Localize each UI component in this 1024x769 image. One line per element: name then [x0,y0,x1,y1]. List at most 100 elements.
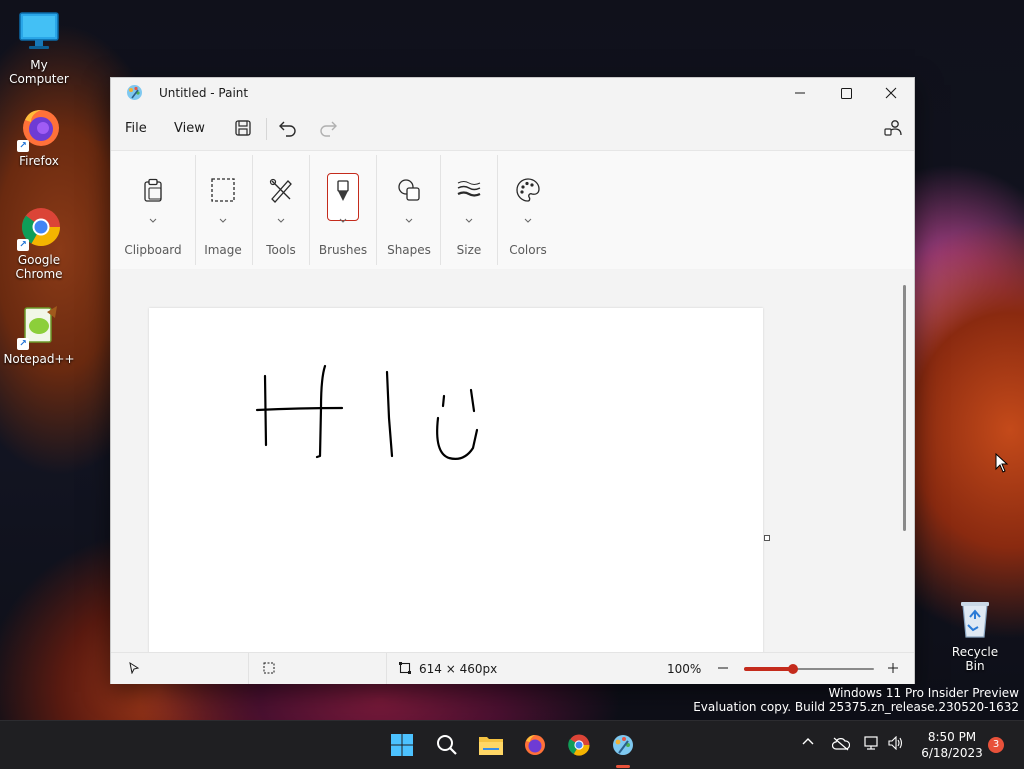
zoom-level[interactable]: 100% [667,662,701,676]
speaker-icon [888,735,903,751]
status-bar: 614 × 460px 100% [111,652,914,684]
desktop-icon-firefox[interactable]: ↗ Firefox [1,106,77,168]
taskbar-chrome-button[interactable] [565,731,593,759]
start-button[interactable] [388,731,416,759]
network-button[interactable] [864,736,880,753]
window-title: Untitled - Paint [159,86,249,100]
show-hidden-icons-button[interactable] [802,735,814,749]
save-button[interactable] [234,119,252,141]
firefox-icon [525,735,545,755]
redo-button[interactable] [318,119,338,141]
computer-icon [17,10,61,54]
ribbon-separator [376,155,377,265]
brush-icon [330,179,356,205]
zoom-slider-fill [744,667,794,671]
notepadpp-icon: ↗ [17,304,61,350]
shortcut-arrow-icon: ↗ [17,239,29,251]
undo-icon [279,121,296,137]
status-separator [248,653,249,684]
desktop-icon-label: Google Chrome [15,253,63,281]
ribbon-group-label: Brushes [318,243,368,257]
desktop-icon-label: Recycle Bin [951,645,999,673]
clipboard-icon [140,177,166,203]
desktop-icon-google-chrome[interactable]: ↗ Google Chrome [1,205,77,281]
search-icon [437,735,457,755]
desktop-icon-my-computer[interactable]: My Computer [1,10,77,86]
windows-watermark: Windows 11 Pro Insider Preview Evaluatio… [693,686,1019,714]
watermark-line-2: Evaluation copy. Build 25375.zn_release.… [693,700,1019,714]
close-button[interactable] [868,78,914,108]
desktop-icon-label: Firefox [19,154,59,168]
mouse-pointer-icon [995,452,1009,477]
volume-button[interactable] [888,735,904,753]
cursor-position-icon [128,661,140,677]
paint-app-icon [613,735,633,755]
ribbon-group-size[interactable]: Size [445,151,493,269]
account-settings-icon [884,120,902,136]
title-bar[interactable]: Untitled - Paint [111,78,914,108]
taskbar-firefox-button[interactable] [521,731,549,759]
watermark-line-1: Windows 11 Pro Insider Preview [828,686,1019,700]
shortcut-arrow-icon: ↗ [17,140,29,152]
canvas-size-icon [399,662,411,677]
zoom-out-button[interactable] [717,661,729,678]
chevron-down-icon [465,209,473,223]
menu-view[interactable]: View [174,121,205,136]
chevron-down-icon [149,209,157,223]
notification-badge[interactable]: 3 [988,737,1004,753]
ribbon-separator [309,155,310,265]
ribbon-group-tools[interactable]: Tools [257,151,305,269]
search-button[interactable] [433,731,461,759]
minimize-button[interactable] [777,78,823,108]
close-icon [885,87,897,99]
save-icon [235,120,251,136]
zoom-in-button[interactable] [887,661,899,678]
status-separator [386,653,387,684]
folder-icon [479,737,503,755]
paint-window: Untitled - Paint File View Clipboard Ima… [110,77,915,684]
ribbon-group-colors[interactable]: Colors [503,151,553,269]
network-icon [864,736,878,750]
chevron-down-icon [339,209,347,223]
freehand-drawing-hiu [255,364,479,460]
chevron-down-icon [405,209,413,223]
palette-icon [515,177,541,203]
ribbon-group-shapes[interactable]: Shapes [383,151,435,269]
chevron-down-icon [219,209,227,223]
menu-bar: File View [111,108,914,150]
ribbon-group-image[interactable]: Image [199,151,247,269]
account-button[interactable] [884,119,902,141]
chrome-icon [568,734,590,756]
ribbon-group-label: Size [456,243,482,257]
ribbon-group-label: Shapes [387,243,431,257]
onedrive-button[interactable] [831,737,851,754]
ribbon-group-clipboard[interactable]: Clipboard [121,151,185,269]
tools-icon [268,177,294,203]
shapes-icon [396,177,422,203]
zoom-slider-thumb[interactable] [788,664,799,674]
system-clock[interactable]: 8:50 PM 6/18/2023 [918,729,986,761]
zoom-slider[interactable] [744,664,874,674]
menu-separator [266,118,267,140]
desktop-icon-notepadpp[interactable]: ↗ Notepad++ [1,304,77,366]
desktop-icon-label: My Computer [9,58,69,86]
selection-size-icon [263,662,275,677]
ribbon-group-label: Tools [266,243,296,257]
undo-button[interactable] [278,119,298,141]
menu-file[interactable]: File [125,121,147,136]
windows-logo-icon [391,734,413,756]
file-explorer-button[interactable] [477,731,505,759]
drawing-canvas[interactable] [149,308,763,652]
chevron-down-icon [277,209,285,223]
chevron-down-icon [524,209,532,223]
vertical-scrollbar[interactable] [903,285,906,531]
canvas-size-text: 614 × 460px [419,662,498,676]
maximize-button[interactable] [823,78,869,108]
desktop-icon-recycle-bin[interactable]: Recycle Bin [944,597,1006,673]
canvas-workspace[interactable] [111,269,914,652]
shortcut-arrow-icon: ↗ [17,338,29,350]
taskbar-paint-button[interactable] [609,731,637,759]
canvas-resize-handle[interactable] [764,535,770,541]
ribbon-group-brushes[interactable]: Brushes [315,151,371,269]
plus-icon [888,663,898,673]
